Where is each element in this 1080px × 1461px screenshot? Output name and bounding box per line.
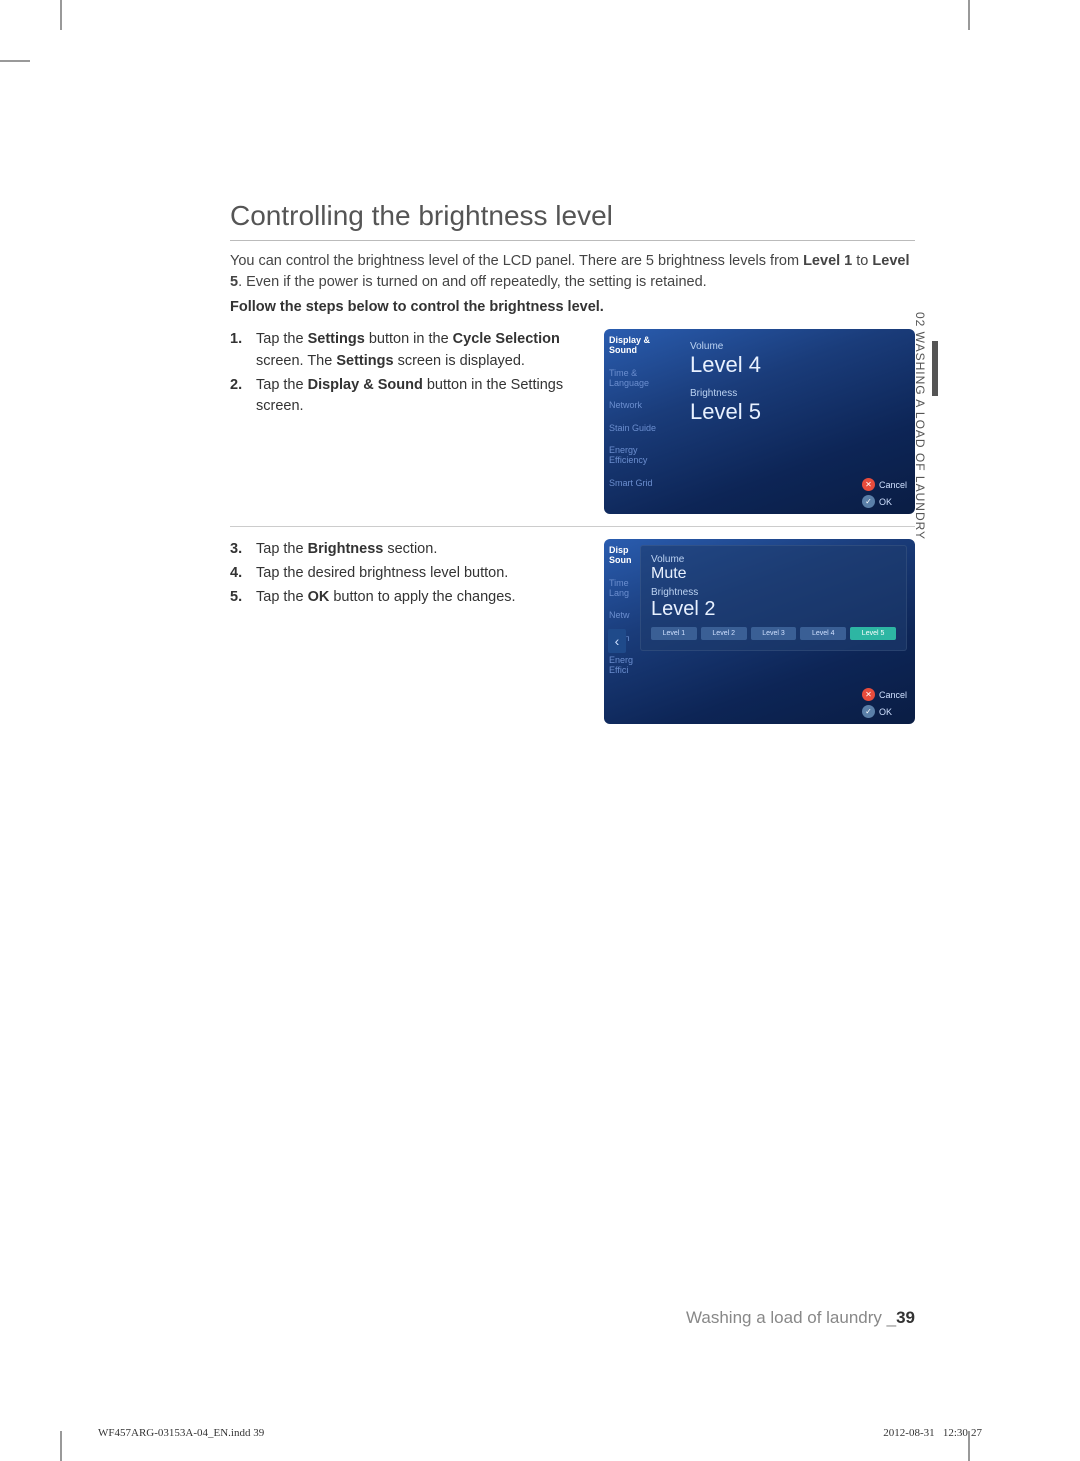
step-number: 4. xyxy=(230,563,248,585)
ss2-buttons: ✕ Cancel ✓ OK xyxy=(862,688,907,718)
lcd-screenshot-2: Disp Soun Time Lang Netw Stain Energ Eff… xyxy=(604,539,915,724)
crop-mark xyxy=(968,0,970,30)
crop-mark xyxy=(0,60,30,62)
level-button-1[interactable]: Level 1 xyxy=(651,627,697,640)
sidebar-item-energy[interactable]: Energy Efficiency xyxy=(609,445,671,466)
step-block-2: 3. Tap the Brightness section. 4. Tap th… xyxy=(230,539,915,736)
export-date: 2012-08-31 xyxy=(883,1427,934,1439)
brightness-level-row: Level 1 Level 2 Level 3 Level 4 Level 5 xyxy=(651,627,896,640)
sidebar-item-energy[interactable]: Energ Effici xyxy=(609,655,635,676)
brightness-label: Brightness xyxy=(651,587,896,598)
sidebar-item-display-sound[interactable]: Display & Sound xyxy=(609,335,671,356)
chapter-label: 02 WASHING A LOAD OF LAUNDRY xyxy=(910,306,930,546)
step-item: 4. Tap the desired brightness level butt… xyxy=(230,563,590,585)
brightness-label: Brightness xyxy=(690,388,901,399)
step-text: Tap the desired brightness level button. xyxy=(256,563,508,585)
steps-list-b: 3. Tap the Brightness section. 4. Tap th… xyxy=(230,539,590,724)
step-number: 3. xyxy=(230,539,248,561)
step-text: Tap the OK button to apply the changes. xyxy=(256,587,516,609)
cancel-label: Cancel xyxy=(879,690,907,700)
steps-list-a: 1. Tap the Settings button in the Cycle … xyxy=(230,329,590,514)
volume-label: Volume xyxy=(651,554,896,565)
crop-mark xyxy=(60,1431,62,1461)
tab-marker xyxy=(932,341,938,396)
text-bold: Level 1 xyxy=(803,253,852,269)
level-button-2[interactable]: Level 2 xyxy=(701,627,747,640)
check-icon: ✓ xyxy=(862,495,875,508)
volume-label: Volume xyxy=(690,341,901,352)
volume-value[interactable]: Level 4 xyxy=(690,352,901,378)
sidebar-item-display-sound[interactable]: Disp Soun xyxy=(609,545,635,566)
ok-label: OK xyxy=(879,497,892,507)
step-item: 3. Tap the Brightness section. xyxy=(230,539,590,561)
sidebar-item-stain-guide[interactable]: Stain Guide xyxy=(609,423,671,433)
close-icon: ✕ xyxy=(862,688,875,701)
ss2-panel: Volume Mute Brightness Level 2 Level 1 L… xyxy=(640,545,907,651)
step-text: Tap the Display & Sound button in the Se… xyxy=(256,375,590,419)
chevron-left-icon: ‹ xyxy=(615,633,620,649)
check-icon: ✓ xyxy=(862,705,875,718)
text: . Even if the power is turned on and off… xyxy=(238,274,707,290)
intro-paragraph: You can control the brightness level of … xyxy=(230,251,915,293)
sidebar-item-time-language[interactable]: Time Lang xyxy=(609,578,635,599)
step-item: 1. Tap the Settings button in the Cycle … xyxy=(230,329,590,373)
step-text: Tap the Settings button in the Cycle Sel… xyxy=(256,329,590,373)
cancel-label: Cancel xyxy=(879,480,907,490)
close-icon: ✕ xyxy=(862,478,875,491)
cancel-button[interactable]: ✕ Cancel xyxy=(862,478,907,491)
brightness-value[interactable]: Level 5 xyxy=(690,399,901,425)
crop-mark xyxy=(60,0,62,30)
ok-label: OK xyxy=(879,707,892,717)
follow-instruction: Follow the steps below to control the br… xyxy=(230,299,915,315)
step-block-1: 1. Tap the Settings button in the Cycle … xyxy=(230,329,915,527)
back-button[interactable]: ‹ xyxy=(608,629,626,653)
step-item: 2. Tap the Display & Sound button in the… xyxy=(230,375,590,419)
step-number: 5. xyxy=(230,587,248,609)
level-button-4[interactable]: Level 4 xyxy=(800,627,846,640)
chapter-side-tab: 02 WASHING A LOAD OF LAUNDRY xyxy=(905,306,935,636)
ss1-buttons: ✕ Cancel ✓ OK xyxy=(862,478,907,508)
text: to xyxy=(852,253,872,269)
sidebar-item-network[interactable]: Network xyxy=(609,400,671,410)
text: You can control the brightness level of … xyxy=(230,253,803,269)
page-number: 39 xyxy=(896,1308,915,1327)
ok-button[interactable]: ✓ OK xyxy=(862,495,907,508)
step-text: Tap the Brightness section. xyxy=(256,539,437,561)
level-button-5[interactable]: Level 5 xyxy=(850,627,896,640)
sidebar-item-smart-grid[interactable]: Smart Grid xyxy=(609,478,671,488)
indesign-slug: WF457ARG-03153A-04_EN.indd 39 xyxy=(98,1427,264,1439)
footer-section-title: Washing a load of laundry _ xyxy=(686,1308,896,1327)
step-number: 2. xyxy=(230,375,248,419)
page-content: Controlling the brightness level You can… xyxy=(230,200,915,748)
brightness-value: Level 2 xyxy=(651,598,896,621)
sidebar-item-network[interactable]: Netw xyxy=(609,610,635,620)
lcd-screenshot-1: Display & Sound Time & Language Network … xyxy=(604,329,915,514)
page-footer: Washing a load of laundry _39 xyxy=(230,1308,915,1328)
ss1-sidebar: Display & Sound Time & Language Network … xyxy=(604,329,676,514)
level-button-3[interactable]: Level 3 xyxy=(751,627,797,640)
sidebar-item-time-language[interactable]: Time & Language xyxy=(609,368,671,389)
crop-mark xyxy=(968,1431,970,1461)
ok-button[interactable]: ✓ OK xyxy=(862,705,907,718)
section-heading: Controlling the brightness level xyxy=(230,200,915,241)
cancel-button[interactable]: ✕ Cancel xyxy=(862,688,907,701)
volume-value[interactable]: Mute xyxy=(651,565,896,583)
export-time: 12:30:27 xyxy=(943,1427,982,1439)
step-item: 5. Tap the OK button to apply the change… xyxy=(230,587,590,609)
step-number: 1. xyxy=(230,329,248,373)
